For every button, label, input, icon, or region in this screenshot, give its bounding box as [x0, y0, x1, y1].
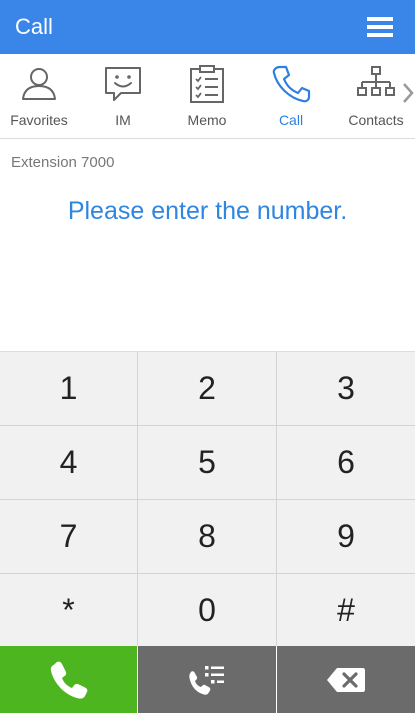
page-title: Call — [15, 14, 53, 39]
action-bar — [0, 646, 415, 713]
backspace-icon — [327, 667, 365, 692]
number-prompt: Please enter the number. — [67, 197, 348, 225]
key-star[interactable]: * — [0, 574, 137, 646]
key-3[interactable]: 3 — [277, 352, 415, 425]
key-7[interactable]: 7 — [0, 500, 137, 573]
tab-label: Call — [278, 112, 304, 128]
tab-call[interactable]: Call — [252, 54, 330, 138]
tab-label: Contacts — [348, 112, 404, 128]
call-button[interactable] — [0, 646, 137, 713]
key-2[interactable]: 2 — [138, 352, 276, 425]
key-9[interactable]: 9 — [277, 500, 415, 573]
tab-memo[interactable]: Memo — [168, 54, 246, 138]
extension-label: Extension 7000 — [11, 154, 115, 171]
tab-bar: Favorites IM Memo Call Contacts — [0, 54, 415, 139]
key-8[interactable]: 8 — [138, 500, 276, 573]
key-6[interactable]: 6 — [277, 426, 415, 499]
backspace-button[interactable] — [277, 646, 415, 713]
tab-favorites[interactable]: Favorites — [0, 54, 78, 138]
call-log-icon — [189, 665, 224, 695]
tab-im[interactable]: IM — [84, 54, 162, 138]
phone-icon — [272, 65, 311, 103]
tab-label: Memo — [187, 112, 227, 128]
org-chart-icon — [357, 66, 395, 96]
key-5[interactable]: 5 — [138, 426, 276, 499]
tab-label: Favorites — [10, 112, 68, 128]
clipboard-checklist-icon — [190, 65, 224, 103]
chevron-right-icon[interactable] — [401, 80, 415, 106]
key-hash[interactable]: # — [277, 574, 415, 646]
tab-label: IM — [115, 112, 131, 128]
key-4[interactable]: 4 — [0, 426, 137, 499]
hamburger-menu-icon[interactable] — [367, 17, 393, 38]
app-bar: Call — [0, 0, 415, 54]
chat-smile-icon — [105, 67, 141, 101]
phone-icon — [50, 661, 87, 699]
dial-keypad: 1 2 3 4 5 6 7 8 9 * 0 # — [0, 351, 415, 646]
call-log-button[interactable] — [138, 646, 276, 713]
key-1[interactable]: 1 — [0, 352, 137, 425]
person-icon — [22, 68, 56, 100]
number-display: Extension 7000 Please enter the number. — [0, 139, 415, 350]
key-0[interactable]: 0 — [138, 574, 276, 646]
